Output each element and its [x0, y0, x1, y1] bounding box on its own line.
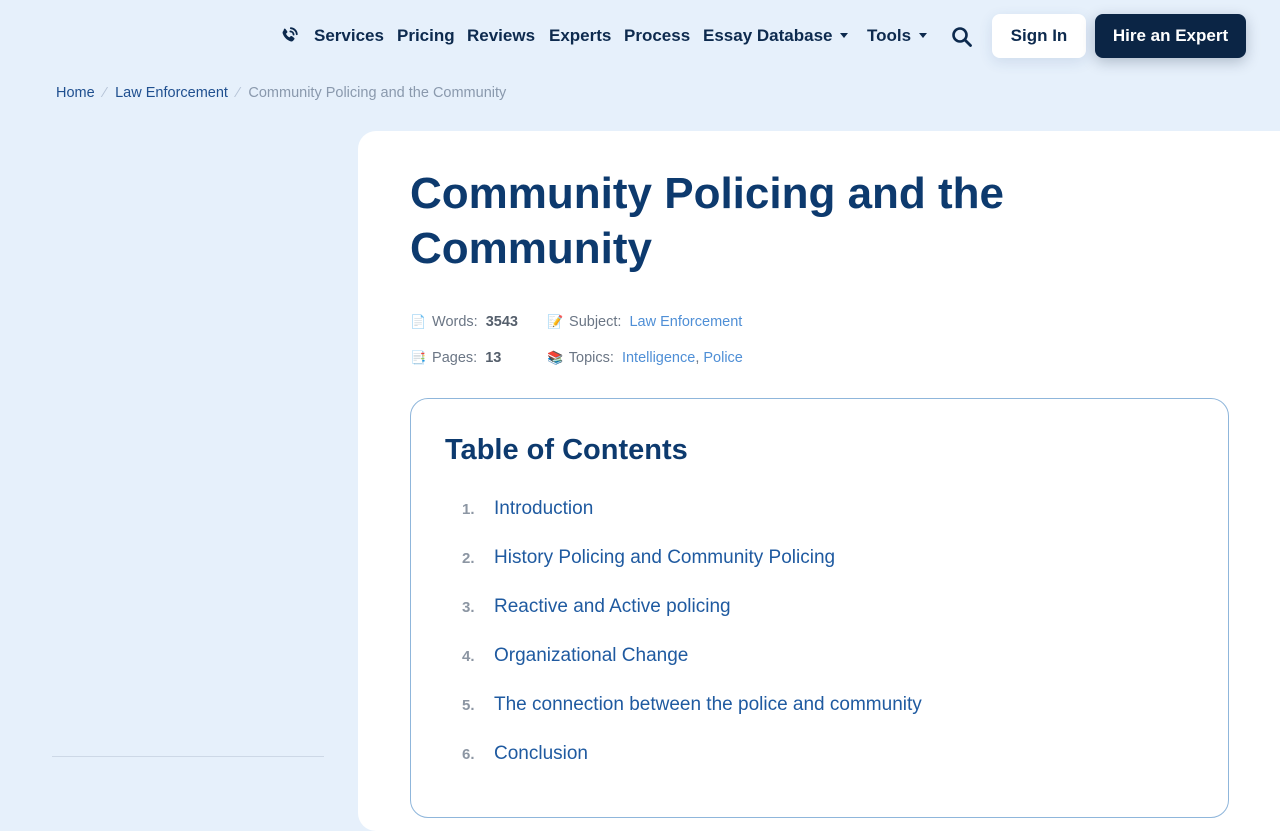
toc-item: 4. Organizational Change	[462, 645, 688, 671]
toc-item: 3. Reactive and Active policing	[462, 596, 731, 622]
breadcrumb-current: Community Policing and the Community	[248, 85, 507, 101]
toc-item: 6. Conclusion	[462, 743, 588, 769]
toc-link-history[interactable]: History Policing and Community Policing	[494, 547, 835, 568]
nav-reviews[interactable]: Reviews	[467, 26, 535, 46]
document-icon: 📄	[410, 314, 427, 329]
nav-experts[interactable]: Experts	[549, 26, 611, 46]
toc-number: 6.	[462, 746, 475, 763]
toc-link-reactive-active[interactable]: Reactive and Active policing	[494, 596, 731, 617]
toc-link-connection[interactable]: The connection between the police and co…	[494, 694, 922, 715]
top-navigation: Services Pricing Reviews Experts Process…	[0, 0, 1280, 72]
memo-icon: 📝	[547, 314, 564, 329]
toc-number: 4.	[462, 648, 475, 665]
breadcrumb: Home ⁄ Law Enforcement ⁄ Community Policing …	[56, 85, 506, 101]
meta-words: 📄 Words: 3543	[410, 314, 518, 330]
words-value: 3543	[485, 314, 518, 330]
topics-separator: ,	[695, 350, 700, 366]
nav-process[interactable]: Process	[624, 26, 690, 46]
nav-services[interactable]: Services	[314, 26, 384, 46]
pages-icon: 📑	[410, 350, 427, 365]
nav-pricing[interactable]: Pricing	[397, 26, 455, 46]
meta-subject: 📝 Subject: Law Enforcement	[547, 314, 742, 330]
books-icon: 📚	[547, 350, 564, 365]
chevron-down-icon	[840, 33, 849, 39]
meta-pages: 📑 Pages: 13	[410, 350, 501, 366]
breadcrumb-home[interactable]: Home	[56, 85, 95, 101]
toc-title: Table of Contents	[445, 434, 688, 466]
toc-item: 2. History Policing and Community Policin…	[462, 547, 835, 573]
toc-number: 5.	[462, 697, 475, 714]
sign-in-button[interactable]: Sign In	[992, 14, 1086, 58]
breadcrumb-separator: ⁄	[103, 85, 107, 101]
subject-link[interactable]: Law Enforcement	[629, 314, 742, 330]
sidebar-divider	[52, 756, 324, 757]
meta-topics: 📚 Topics: Intelligence, Police	[547, 350, 743, 366]
toc-link-conclusion[interactable]: Conclusion	[494, 743, 588, 764]
breadcrumb-category[interactable]: Law Enforcement	[115, 85, 228, 101]
nav-tools-label: Tools	[867, 26, 912, 45]
topics-label: Topics:	[568, 350, 614, 366]
hire-expert-button[interactable]: Hire an Expert	[1095, 14, 1246, 58]
toc-item: 1. Introduction	[462, 498, 593, 524]
subject-label: Subject:	[569, 314, 622, 330]
toc-number: 1.	[462, 501, 475, 518]
search-icon[interactable]	[950, 25, 974, 49]
phone-icon[interactable]	[278, 25, 300, 47]
toc-link-introduction[interactable]: Introduction	[494, 498, 593, 519]
nav-tools[interactable]: Tools	[867, 26, 928, 46]
topic-link-intelligence[interactable]: Intelligence	[622, 350, 695, 366]
toc-link-organizational-change[interactable]: Organizational Change	[494, 645, 688, 666]
pages-value: 13	[485, 350, 502, 366]
toc-item: 5. The connection between the police and …	[462, 694, 922, 720]
nav-essay-database-label: Essay Database	[703, 26, 833, 45]
toc-number: 3.	[462, 599, 475, 616]
words-label: Words:	[432, 314, 478, 330]
topic-link-police[interactable]: Police	[703, 350, 743, 366]
page-title: Community Policing and the Community	[410, 169, 1005, 273]
chevron-down-icon	[919, 33, 928, 39]
nav-essay-database[interactable]: Essay Database	[703, 26, 849, 46]
pages-label: Pages:	[432, 350, 478, 366]
toc-number: 2.	[462, 550, 475, 567]
breadcrumb-separator: ⁄	[236, 85, 240, 101]
